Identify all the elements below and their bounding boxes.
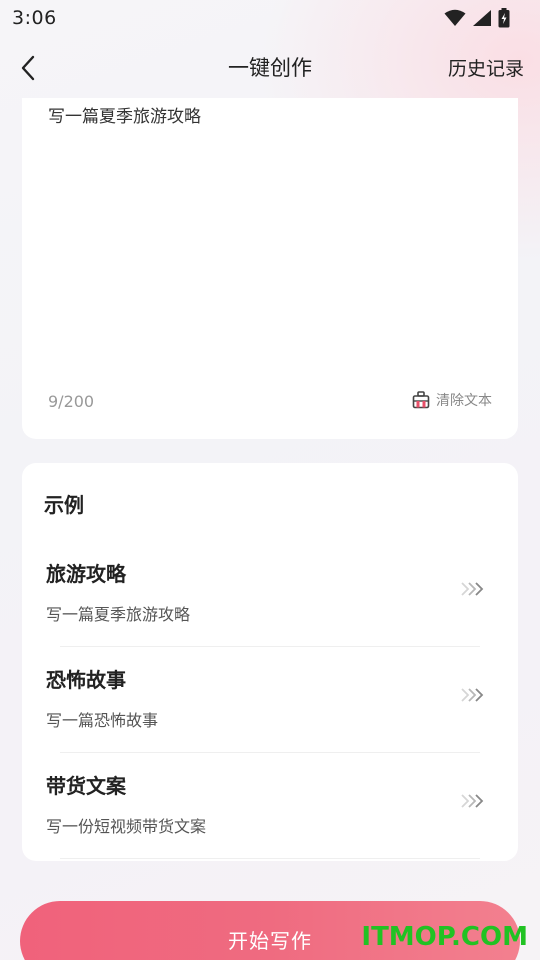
history-button[interactable]: 历史记录 bbox=[448, 54, 524, 81]
divider bbox=[60, 858, 480, 859]
example-desc: 写一份短视频带货文案 bbox=[46, 817, 207, 836]
example-item-sales-copy[interactable]: 带货文案 写一份短视频带货文案 bbox=[22, 753, 518, 859]
examples-title: 示例 bbox=[44, 493, 84, 517]
clear-text-button[interactable]: 清除文本 bbox=[412, 390, 492, 410]
status-bar: 3:06 bbox=[0, 0, 540, 36]
triple-chevron-right-icon bbox=[461, 794, 484, 808]
example-desc: 写一篇恐怖故事 bbox=[46, 711, 159, 730]
clear-bag-icon bbox=[412, 391, 430, 409]
status-time: 3:06 bbox=[12, 7, 57, 29]
example-item-horror[interactable]: 恐怖故事 写一篇恐怖故事 bbox=[22, 647, 518, 753]
wifi-icon bbox=[444, 9, 466, 26]
watermark: ITMOP.COM bbox=[361, 922, 528, 952]
example-title: 恐怖故事 bbox=[46, 668, 126, 692]
example-title: 旅游攻略 bbox=[46, 562, 126, 586]
triple-chevron-right-icon bbox=[461, 582, 484, 596]
char-count: 9/200 bbox=[48, 392, 95, 411]
nav-bar: 一键创作 历史记录 bbox=[0, 40, 540, 96]
triple-chevron-right-icon bbox=[461, 688, 484, 702]
prompt-input-card[interactable]: 写一篇夏季旅游攻略 9/200 清除文本 bbox=[22, 98, 518, 439]
status-icons bbox=[444, 8, 510, 28]
signal-icon bbox=[473, 10, 491, 26]
start-writing-label: 开始写作 bbox=[228, 929, 312, 953]
example-item-travel[interactable]: 旅游攻略 写一篇夏季旅游攻略 bbox=[22, 541, 518, 647]
clear-text-label: 清除文本 bbox=[436, 393, 492, 409]
example-title: 带货文案 bbox=[46, 774, 126, 798]
example-desc: 写一篇夏季旅游攻略 bbox=[46, 605, 191, 624]
battery-charging-icon bbox=[498, 8, 510, 28]
prompt-input-text[interactable]: 写一篇夏季旅游攻略 bbox=[48, 102, 201, 127]
examples-card: 示例 旅游攻略 写一篇夏季旅游攻略 恐怖故事 写一篇恐怖故事 带货文案 写一份短… bbox=[22, 463, 518, 861]
